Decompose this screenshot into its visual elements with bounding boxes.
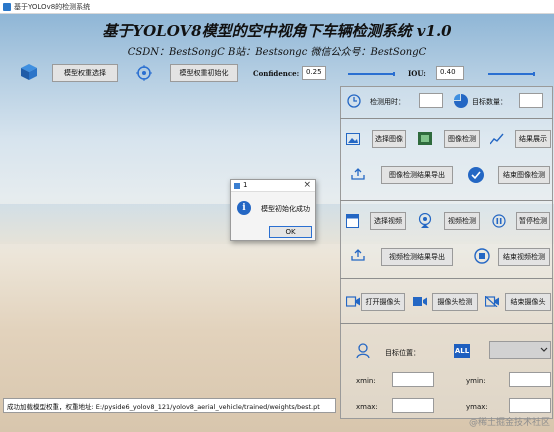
xmax-label: xmax: [356,403,378,411]
pie-chart-icon [454,94,468,108]
close-camera-button[interactable]: 结束摄像头 [505,293,551,311]
ymax-label: ymax: [466,403,488,411]
camera-icon [346,296,360,307]
image-detect-button[interactable]: 图像检测 [444,130,480,148]
target-count-value [519,93,543,108]
window-titlebar: 基于YOLOv8的检测系统 [0,0,554,14]
app-icon [3,3,11,11]
init-weights-button[interactable]: 模型权重初始化 [170,64,238,82]
xmin-label: xmin: [356,377,376,385]
iou-slider[interactable] [488,72,535,76]
all-badge-icon: ALL [454,344,470,358]
export-video-results-button[interactable]: 视频检测结果导出 [381,248,453,266]
end-image-detect-button[interactable]: 结束图像检测 [498,166,550,184]
status-bar: 成功加载模型权重，权重地址: E:/pyside6_yolov8_121/yol… [3,398,336,413]
watermark: @稀土掘金技术社区 [468,418,550,428]
camera-icon [413,297,427,306]
end-video-detect-button[interactable]: 结束视频检测 [498,248,550,266]
confidence-label: Confidence: [253,69,300,78]
target-position-label: 目标位置： [385,349,420,357]
select-image-button[interactable]: 选择图像 [372,130,406,148]
stop-icon [474,248,490,264]
divider [340,200,553,201]
chevron-down-icon [540,347,548,352]
window-title: 基于YOLOv8的检测系统 [14,3,91,11]
pause-detect-button[interactable]: 暂停检测 [516,212,550,230]
camera-detect-button[interactable]: 摄像头检测 [432,293,478,311]
show-results-button[interactable]: 结果展示 [515,130,551,148]
video-detect-button[interactable]: 视频检测 [444,212,480,230]
xmin-value [392,372,434,387]
dialog-titlebar: 1 × [231,180,315,192]
divider [340,278,553,279]
divider [340,323,553,324]
close-icon[interactable]: × [303,180,311,190]
target-icon [136,65,152,81]
divider [340,118,553,119]
cube-icon [21,64,37,80]
ymin-label: ymin: [466,377,486,385]
ok-button[interactable]: OK [269,226,312,238]
page-title: 基于YOLOV8模型的空中视角下车辆检测系统 v1.0 [102,22,452,40]
camera-off-icon [485,296,499,307]
export-image-results-button[interactable]: 图像检测结果导出 [381,166,453,184]
info-icon: i [237,201,251,215]
ymax-value [509,398,551,413]
select-weights-button[interactable]: 模型权重选择 [52,64,118,82]
dialog-message: 模型初始化成功 [261,205,310,213]
video-file-icon [346,214,359,228]
select-video-button[interactable]: 选择视频 [370,212,406,230]
detect-time-label: 检测用时： [370,98,405,106]
message-dialog: 1 × i 模型初始化成功 OK [230,179,316,241]
iou-input[interactable]: 0.40 [436,66,464,80]
detect-time-value [419,93,443,108]
dialog-app-icon [234,183,240,189]
open-camera-button[interactable]: 打开摄像头 [361,293,405,311]
page-subtitle: CSDN：BestSongC B站：Bestsongc 微信公众号：BestSo… [127,47,427,58]
iou-label: IOU: [408,69,426,78]
film-icon [418,132,432,145]
target-count-label: 目标数量： [472,98,507,106]
clock-icon [347,94,361,108]
ymin-value [509,372,551,387]
person-icon [356,343,370,359]
dialog-title: 1 [243,181,248,189]
confidence-input[interactable]: 0.25 [302,66,326,80]
confidence-slider[interactable] [348,72,395,76]
image-icon [346,133,360,145]
xmax-value [392,398,434,413]
webcam-icon [418,213,432,228]
trend-icon [490,133,504,145]
check-circle-icon [468,167,484,183]
pause-icon [492,214,506,228]
upload-icon [351,249,365,261]
upload-icon [351,168,365,180]
